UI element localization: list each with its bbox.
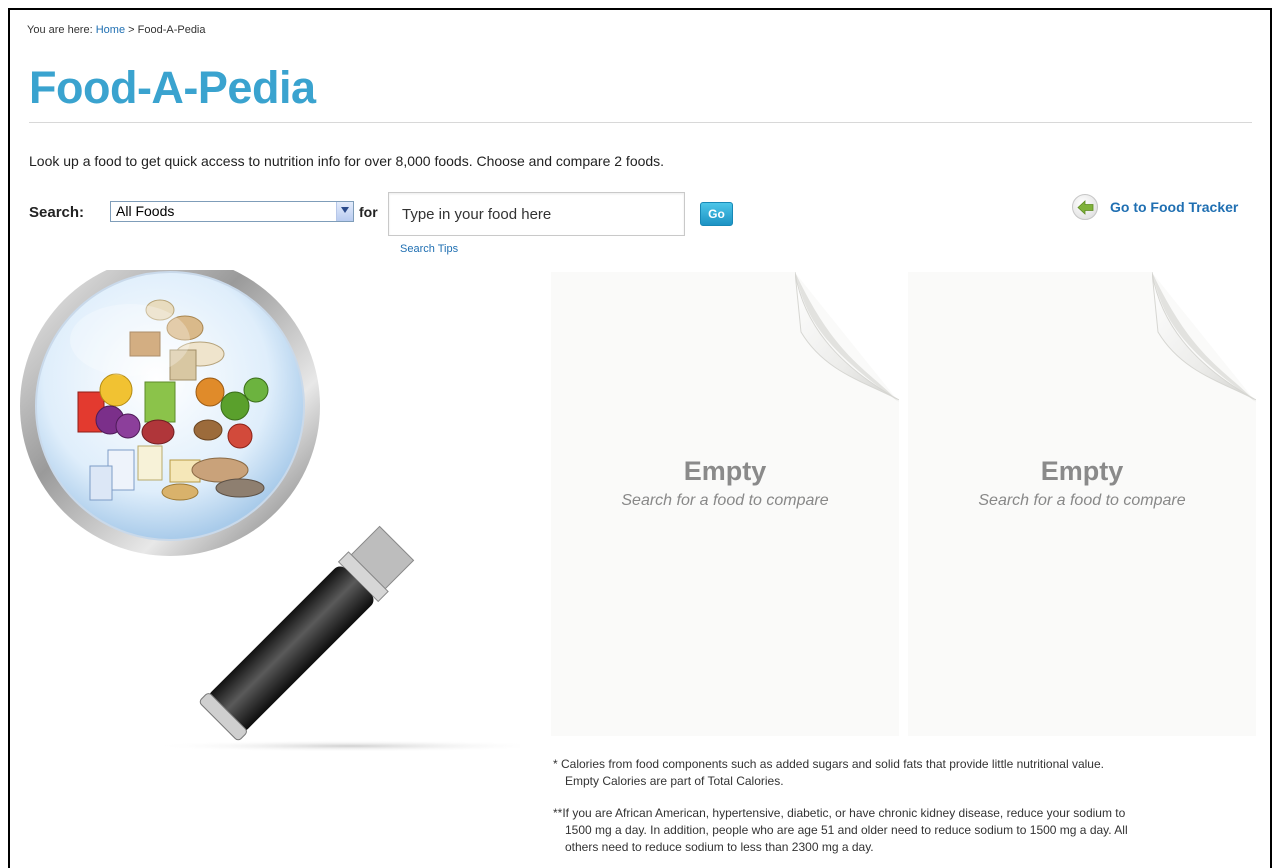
food-category-select[interactable]: All Foods — [110, 201, 354, 222]
title-divider — [29, 122, 1252, 123]
page-curl-icon — [795, 272, 899, 402]
sodium-footnote-line2: 1500 mg a day. In addition, people who a… — [565, 823, 1128, 837]
sodium-footnote-line1: **If you are African American, hypertens… — [553, 806, 1126, 820]
food-tracker-label: Go to Food Tracker — [1110, 199, 1239, 215]
breadcrumb-separator: > — [128, 24, 135, 36]
for-label: for — [359, 204, 378, 220]
food-category-selected: All Foods — [116, 203, 175, 219]
breadcrumb-prefix: You are here: — [27, 24, 93, 36]
search-label: Search: — [29, 204, 85, 221]
compare-card-1-title: Empty — [683, 456, 767, 486]
compare-card-2-subtitle: Search for a food to compare — [978, 492, 1186, 509]
breadcrumb-current: Food-A-Pedia — [137, 24, 206, 36]
empty-calories-footnote-line2: Empty Calories are part of Total Calorie… — [565, 774, 784, 788]
dropdown-arrow-icon[interactable] — [336, 202, 353, 221]
magnifying-glass-illustration — [20, 256, 550, 765]
page-title: Food-A-Pedia — [29, 62, 316, 113]
breadcrumb-home-link[interactable]: Home — [96, 24, 125, 36]
sodium-footnote-line3: others need to reduce sodium to less tha… — [565, 840, 874, 854]
breadcrumb: You are here: Home > Food-A-Pedia — [27, 24, 206, 36]
compare-card-1-subtitle: Search for a food to compare — [621, 492, 829, 509]
page-curl-icon — [1152, 272, 1256, 402]
arrow-left-icon — [1072, 194, 1098, 220]
compare-card-2-title: Empty — [1040, 456, 1124, 486]
search-tips-link[interactable]: Search Tips — [400, 243, 458, 255]
intro-text: Look up a food to get quick access to nu… — [29, 153, 665, 169]
go-to-food-tracker-link[interactable]: Go to Food Tracker — [1072, 194, 1238, 220]
food-search-input[interactable] — [388, 192, 685, 236]
go-button[interactable]: Go — [700, 202, 733, 226]
empty-calories-footnote-line1: * Calories from food components such as … — [553, 757, 1104, 771]
